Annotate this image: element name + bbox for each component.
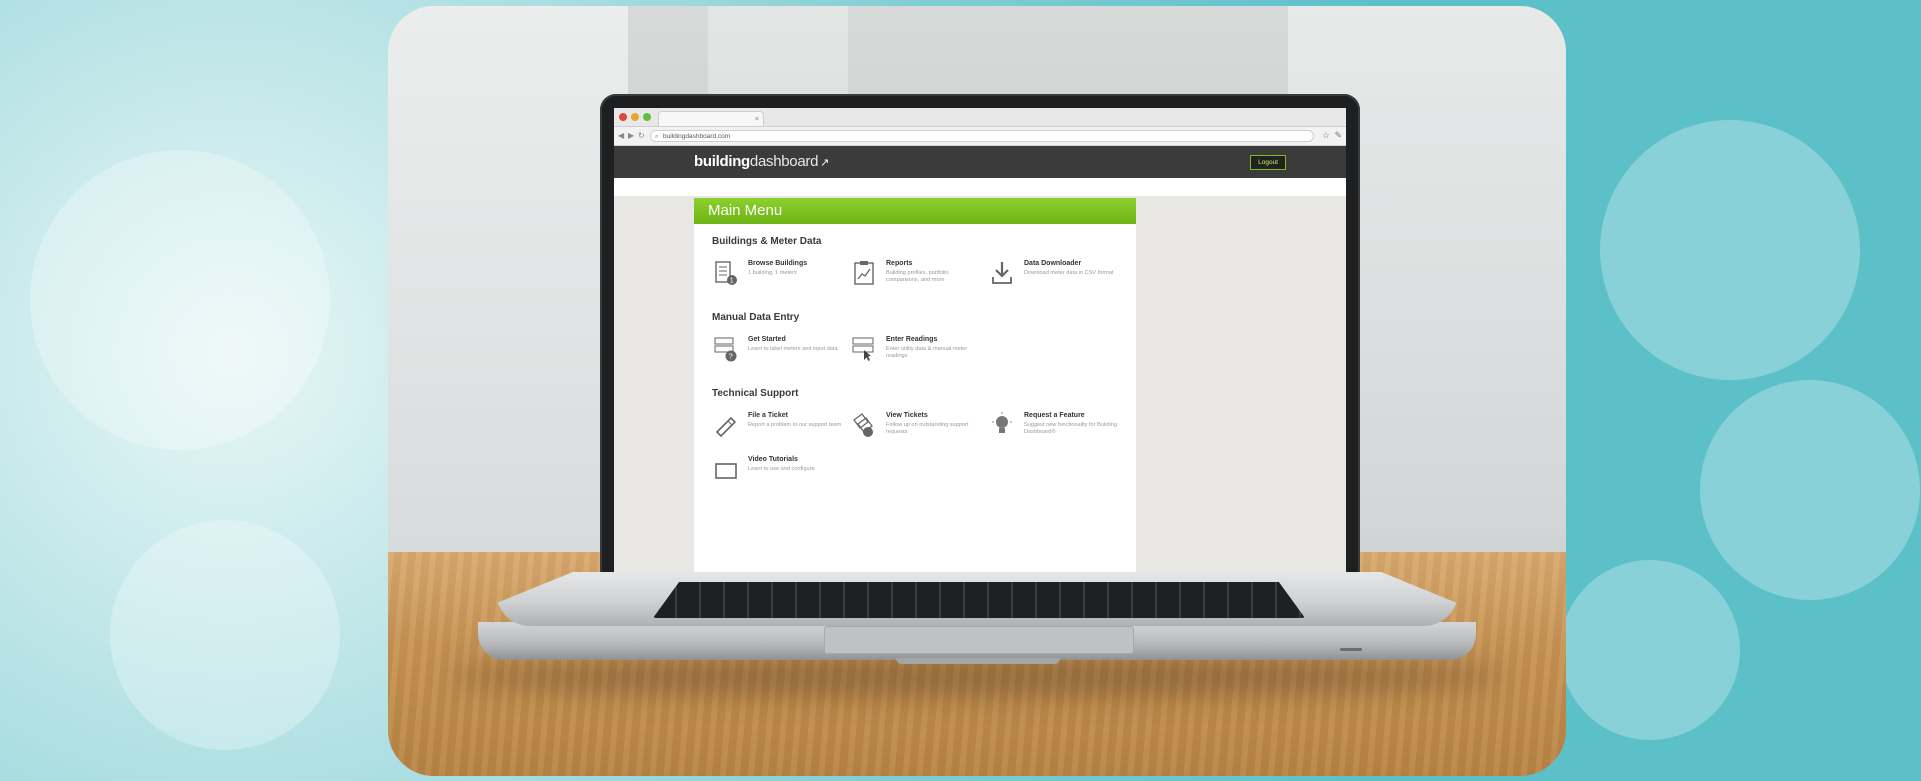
bokeh-light [30,150,330,450]
main-menu-title: Main Menu [694,198,1136,224]
section-title: Technical Support [712,388,799,399]
menu-item-title: Browse Buildings [748,260,808,267]
minimize-window-dot[interactable] [631,113,639,121]
meter-cursor-icon [852,337,874,361]
svg-text:?: ? [729,352,733,361]
report-chart-icon [854,261,874,285]
browser-tab[interactable]: × [658,111,764,126]
meter-help-icon: ? [714,337,737,362]
maximize-window-dot[interactable] [643,113,651,121]
menu-item-browse-buildings[interactable]: 1 Browse Buildings 1 building, 1 meters [714,258,844,292]
menu-item-description: Download meter data in CSV format [1024,270,1114,276]
forward-arrow-icon[interactable]: ▶ [628,131,634,140]
video-screen-icon [715,463,737,479]
menu-item-description: Learn to use and configure [748,466,815,472]
back-arrow-icon[interactable]: ◀ [618,131,624,140]
menu-item-description: Learn to label meters and input data [748,346,838,352]
section-title: Buildings & Meter Data [712,236,822,247]
lightbulb-icon [992,412,1012,433]
menu-item-description: Suggest new functionality for Building D… [1024,422,1117,435]
laptop-trackpad [824,626,1134,654]
menu-item-description: Enter utility data & manual meter readin… [886,346,968,359]
close-window-dot[interactable] [619,113,627,121]
browser-tab-bar: × [614,108,1346,127]
menu-item-file-a-ticket[interactable]: File a Ticket Report a problem to our su… [714,410,844,444]
address-bar[interactable]: ⌕ buildingdashboard.com [650,130,1314,142]
menu-item-title: Request a Feature [1024,412,1085,419]
svg-text:1: 1 [730,277,734,284]
close-tab-icon[interactable]: × [755,112,759,127]
menu-item-title: Get Started [748,336,786,343]
main-menu-card: Main Menu Buildings & Meter Data 1 Brows… [694,198,1136,576]
laptop-photo: × ◀ ▶ ↻ ⌕ buildingdashboard.com ☆ ✎ buil… [388,6,1566,776]
app-header: buildingdashboard ↗ Logout [614,146,1346,178]
bokeh-light [110,520,340,750]
tickets-magnifier-icon [853,413,873,437]
logo-arrow-icon: ↗ [820,157,830,169]
menu-item-video-tutorials[interactable]: Video Tutorials Learn to use and configu… [714,454,844,488]
menu-item-data-downloader[interactable]: Data Downloader Download meter data in C… [990,258,1120,292]
wrench-menu-icon[interactable]: ✎ [1334,130,1342,141]
menu-item-description: Report a problem to our support team [748,422,842,428]
menu-item-description: 1 building, 1 meters [748,270,797,276]
download-arrow-icon [992,262,1012,284]
building-list-icon: 1 [715,261,737,285]
address-bar-text: buildingdashboard.com [663,133,731,140]
menu-item-enter-readings[interactable]: Enter Readings Enter utility data & manu… [852,334,982,368]
laptop-screen: × ◀ ▶ ↻ ⌕ buildingdashboard.com ☆ ✎ buil… [614,108,1346,576]
section-title: Manual Data Entry [712,312,800,323]
menu-item-view-tickets[interactable]: View Tickets Follow up on outstanding su… [852,410,982,444]
bookmark-star-icon[interactable]: ☆ [1322,130,1330,141]
menu-item-description: Building profiles, portfolio comparisons… [886,270,949,283]
laptop-opening-notch [896,658,1060,664]
menu-item-reports[interactable]: Reports Building profiles, portfolio com… [852,258,982,292]
menu-item-title: File a Ticket [748,412,788,419]
building-dashboard-logo[interactable]: buildingdashboard ↗ [694,153,829,170]
logout-button[interactable]: Logout [1250,155,1286,170]
browser-toolbar: ◀ ▶ ↻ ⌕ buildingdashboard.com ☆ ✎ [614,127,1346,146]
menu-item-request-a-feature[interactable]: Request a Feature Suggest new functional… [990,410,1120,444]
menu-item-title: Video Tutorials [748,456,798,463]
menu-item-title: Data Downloader [1024,260,1082,267]
office-window-blur [388,6,628,566]
menu-item-title: View Tickets [886,412,928,419]
menu-item-description: Follow up on outstanding support request… [886,422,969,435]
laptop-status-light [1340,648,1362,651]
search-icon: ⌕ [655,134,659,140]
bokeh-light [1560,560,1740,740]
reload-icon[interactable]: ↻ [638,131,645,140]
menu-item-title: Enter Readings [886,336,938,343]
logo-light-text: dashboard [749,153,819,170]
laptop-keyboard [653,582,1305,618]
window-controls [619,113,651,121]
pencil-ticket-icon [715,416,737,438]
menu-item-title: Reports [886,260,913,267]
logo-bold-text: building [694,153,750,170]
bokeh-light [1700,380,1920,600]
menu-item-get-started[interactable]: ? Get Started Learn to label meters and … [714,334,844,368]
laptop-lid: × ◀ ▶ ↻ ⌕ buildingdashboard.com ☆ ✎ buil… [600,94,1360,590]
bokeh-light [1600,120,1860,380]
